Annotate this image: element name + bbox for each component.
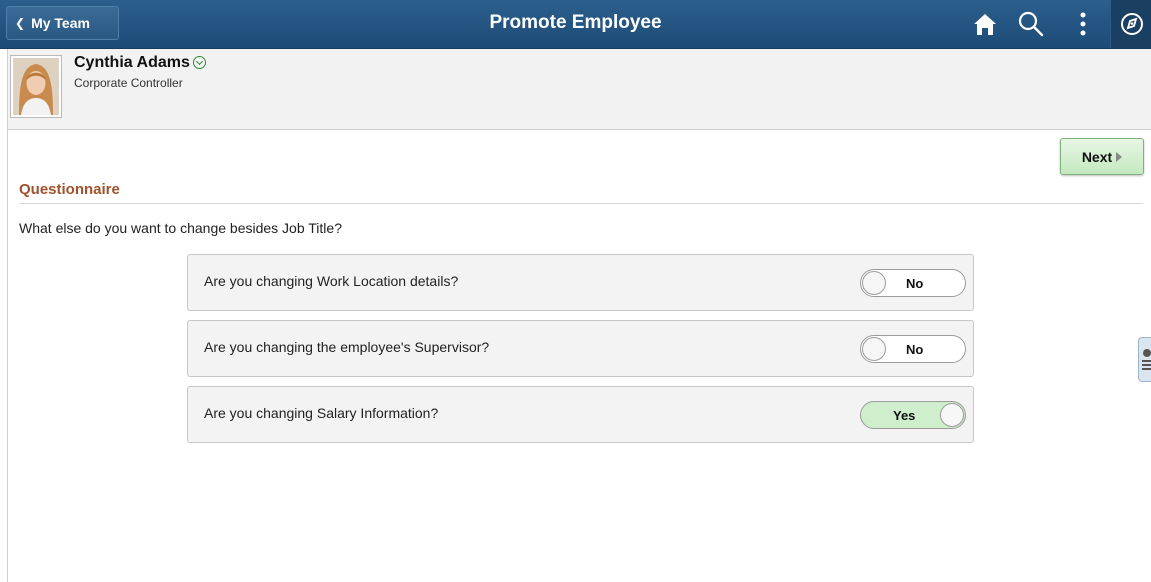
employee-photo bbox=[13, 58, 59, 115]
navbar-icon bbox=[1121, 13, 1143, 35]
navbar-button[interactable] bbox=[1110, 0, 1151, 48]
question-label: Are you changing the employee's Supervis… bbox=[204, 339, 490, 355]
question-label: Are you changing Salary Information? bbox=[204, 405, 439, 421]
employee-header: Cynthia Adams Corporate Controller bbox=[8, 49, 1151, 130]
question-label: Are you changing Work Location details? bbox=[204, 273, 459, 289]
back-button[interactable]: ❮ My Team bbox=[6, 6, 119, 40]
section-divider bbox=[19, 203, 1143, 204]
next-button[interactable]: Next bbox=[1060, 138, 1144, 175]
toggle-knob bbox=[940, 403, 964, 427]
related-information-tab[interactable] bbox=[1138, 337, 1151, 382]
question-row-work-location: Are you changing Work Location details? … bbox=[187, 254, 974, 311]
top-banner: ❮ My Team Promote Employee bbox=[0, 0, 1151, 49]
toggle-knob bbox=[862, 271, 886, 295]
next-button-label: Next bbox=[1081, 148, 1113, 165]
related-content-icon bbox=[1142, 349, 1151, 370]
actions-menu-icon[interactable] bbox=[1068, 9, 1098, 39]
home-icon[interactable] bbox=[970, 9, 1000, 39]
toggle-value: No bbox=[906, 276, 924, 291]
work-location-toggle[interactable]: No bbox=[860, 269, 966, 297]
avatar bbox=[10, 55, 62, 118]
employee-name: Cynthia Adams bbox=[74, 54, 206, 72]
questionnaire-prompt: What else do you want to change besides … bbox=[19, 220, 342, 236]
question-row-salary: Are you changing Salary Information? Yes bbox=[187, 386, 974, 443]
related-actions-icon[interactable] bbox=[192, 56, 206, 69]
back-button-label: My Team bbox=[31, 15, 90, 31]
supervisor-toggle[interactable]: No bbox=[860, 335, 966, 363]
section-title: Questionnaire bbox=[19, 181, 120, 198]
toggle-value: Yes bbox=[893, 408, 916, 423]
toggle-value: No bbox=[906, 342, 924, 357]
question-row-supervisor: Are you changing the employee's Supervis… bbox=[187, 320, 974, 377]
search-icon[interactable] bbox=[1016, 9, 1046, 39]
caret-right-icon bbox=[1116, 151, 1123, 162]
toggle-knob bbox=[862, 337, 886, 361]
salary-toggle[interactable]: Yes bbox=[860, 401, 966, 429]
employee-job-title: Corporate Controller bbox=[74, 76, 183, 90]
employee-name-text: Cynthia Adams bbox=[74, 54, 190, 71]
chevron-left-icon: ❮ bbox=[15, 16, 26, 30]
